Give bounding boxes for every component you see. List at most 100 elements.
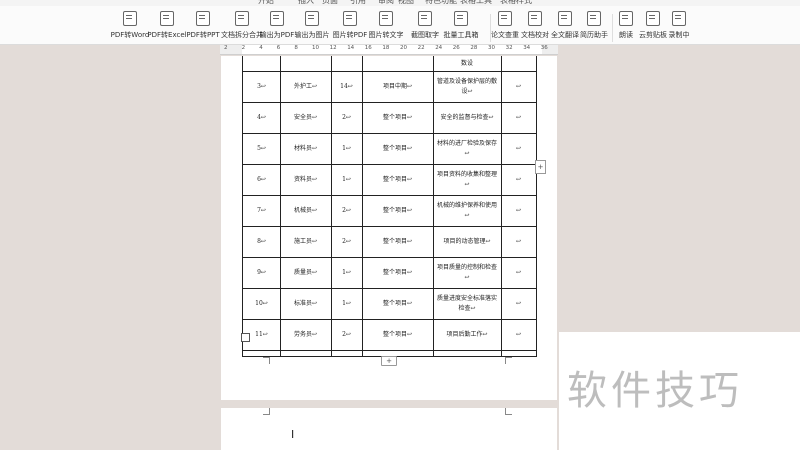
table-cell-duty[interactable]: 安全的监督与检查↩ [435, 103, 499, 133]
page-corner-mark [505, 408, 512, 415]
horizontal-ruler[interactable]: 2 2 4 6 8 10 12 14 16 18 20 22 24 26 28 30 32 34 36 [220, 45, 558, 55]
table-cell-note[interactable]: ↩ [503, 227, 534, 257]
table-cell-no[interactable]: 4↩ [245, 103, 278, 133]
table-cell-note[interactable]: ↩ [503, 196, 534, 226]
toolbar-separator [612, 14, 613, 42]
ruler-tick-label: 8 [294, 45, 298, 51]
table-cell-period[interactable]: 整个项目↩ [364, 134, 431, 164]
table-cell-period[interactable]: 项目中期↩ [364, 72, 431, 102]
table-cell-role[interactable]: 外护工↩ [282, 72, 329, 102]
table-add-row-button[interactable]: + [381, 356, 397, 366]
table-cell-role[interactable]: 安全员↩ [282, 103, 329, 133]
table-row-border [243, 350, 536, 351]
export-pdf-icon [270, 11, 284, 26]
table-cell-duty[interactable]: 管道及设备保护层的敷设↩ [435, 72, 499, 102]
ruler-tick-label: 12 [329, 45, 337, 51]
table-cell-duty[interactable]: 项目质量的控制和检查↩ [435, 258, 499, 288]
table-cell-count[interactable]: 1↩ [333, 258, 360, 288]
ruler-tick-label: 30 [488, 45, 495, 51]
table-cell-count[interactable]: 2↩ [333, 227, 360, 257]
table-cell-count[interactable]: 2↩ [333, 103, 360, 133]
toolbar-button-label: 批量工具箱 [443, 31, 479, 39]
table-cell-period[interactable]: 整个项目↩ [364, 165, 431, 195]
table-cell-note[interactable]: ↩ [503, 103, 534, 133]
ruler-tick-label: 6 [276, 45, 281, 51]
table-cell-duty[interactable]: 项目后勤工作↩ [435, 320, 499, 350]
table-cell-count[interactable]: 1↩ [333, 134, 360, 164]
ruler-tick-label: 26 [452, 45, 460, 51]
table-cell-period[interactable]: 整个项目↩ [364, 103, 431, 133]
page-corner-mark [263, 357, 270, 364]
table-cell-role[interactable]: 材料员↩ [282, 134, 329, 164]
table-cell-role[interactable]: 质量员↩ [282, 258, 329, 288]
table-cell-no[interactable]: 6↩ [245, 165, 278, 195]
ruler-tick-label: 4 [259, 45, 263, 51]
table-cell-duty[interactable]: 项目的动态管理↩ [435, 227, 499, 257]
table-cell-count[interactable]: 2↩ [333, 196, 360, 226]
table-cell-role[interactable]: 机械员↩ [282, 196, 329, 226]
row-select-handle[interactable] [241, 333, 250, 342]
table-cell-no[interactable]: 9↩ [245, 258, 278, 288]
table-cell-note[interactable]: ↩ [503, 320, 534, 350]
ruler-tick-label: 10 [312, 45, 319, 51]
table-cell-no[interactable]: 8↩ [245, 227, 278, 257]
table-cell-period[interactable]: 整个项目↩ [364, 258, 431, 288]
table-cell-duty[interactable]: 项目资料的收集和整理↩ [435, 165, 499, 195]
page-corner-mark [263, 408, 270, 415]
table-cell-duty[interactable]: 机械的维护保养和使用↩ [435, 196, 499, 226]
table-cell-duty[interactable]: 质量进度安全标准落实检查↩ [435, 289, 499, 319]
table-cell-note[interactable]: ↩ [503, 289, 534, 319]
text-cursor-icon: I [291, 428, 295, 441]
toolbar-button-label: 录制中 [668, 31, 690, 39]
ruler-tick-label: 2 [224, 45, 228, 51]
table-cell-note[interactable]: ↩ [503, 258, 534, 288]
table-cell-role[interactable]: 施工员↩ [282, 227, 329, 257]
table-cell-count[interactable]: 2↩ [333, 320, 360, 350]
ribbon-toolbar: PDF转Word PDF转Excel PDF转PPT 文档拆分合并 输出为PDF 输出为图… [0, 6, 800, 45]
table-cell-count[interactable]: 1↩ [333, 289, 360, 319]
table-cell-no[interactable]: 10↩ [245, 289, 278, 319]
ruler-tick-label: 24 [435, 45, 443, 51]
table-cell-period[interactable]: 整个项目↩ [364, 320, 431, 350]
table-cell-role[interactable]: 标准员↩ [282, 289, 329, 319]
table-cell-note[interactable]: ↩ [503, 165, 534, 195]
ruler-tick-label: 22 [417, 45, 425, 51]
table-cell-note[interactable]: ↩ [503, 72, 534, 102]
toolbar-button[interactable]: 录制中 [654, 11, 704, 40]
toolbar-button[interactable]: 批量工具箱 [436, 11, 486, 40]
table-cell-duty[interactable]: 材料的进厂检验及保存↩ [435, 134, 499, 164]
image-to-text-icon [379, 11, 393, 26]
pdf-to-ppt-icon [196, 11, 210, 26]
table-cell-period[interactable]: 整个项目↩ [364, 227, 431, 257]
ruler-tick-label: 18 [382, 45, 390, 51]
watermark-text: 软件技巧 [567, 368, 743, 414]
batch-toolbox-icon [454, 11, 468, 26]
ruler-tick-label: 28 [470, 45, 478, 51]
toolbar-button-label: 截图取字 [411, 31, 439, 39]
ruler-tick-label: 34 [523, 45, 531, 51]
pdf-to-excel-icon [160, 11, 174, 26]
ruler-text-area [242, 45, 542, 54]
table-cell-count[interactable]: 14↩ [333, 72, 360, 102]
table-add-column-handle[interactable]: + [535, 160, 546, 174]
table-cell-note[interactable]: ↩ [503, 134, 534, 164]
table-column-border [362, 56, 363, 356]
table-cell-no[interactable]: 7↩ [245, 196, 278, 226]
table-cell-period[interactable]: 整个项目↩ [364, 289, 431, 319]
table-column-border [433, 56, 434, 356]
ruler-tick-label: 36 [540, 45, 548, 51]
table-cell-duty-fragment[interactable]: 数设 [433, 56, 501, 71]
table-cell-count[interactable]: 1↩ [333, 165, 360, 195]
export-image-icon [305, 11, 319, 26]
table-cell-no[interactable]: 5↩ [245, 134, 278, 164]
page-corner-mark [505, 357, 512, 364]
staff-table[interactable]: 数设 3↩ 外护工↩ 14↩ 项目中期↩ 管道及设备保护层的敷设↩ ↩ 4↩ 安全员↩ 2↩ 整个项… [242, 56, 537, 357]
pdf-to-word-icon [123, 11, 137, 26]
table-cell-role[interactable]: 资料员↩ [282, 165, 329, 195]
toolbar-button-label: PDF转PPT [186, 31, 220, 39]
ruler-tick-label: 32 [505, 45, 513, 51]
table-cell-role[interactable]: 劳务员↩ [282, 320, 329, 350]
table-cell-period[interactable]: 整个项目↩ [364, 196, 431, 226]
ruler-tick-label: 20 [400, 45, 407, 51]
table-cell-no[interactable]: 3↩ [245, 72, 278, 102]
